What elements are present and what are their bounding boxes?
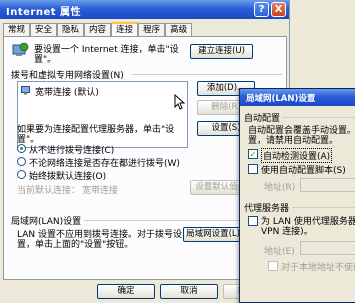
lan-group-label: 局域网(LAN)设置 (11, 217, 82, 227)
lan-window-title: 局域网(LAN)设置 (246, 94, 316, 104)
bypass-local-label: 对于本地地址不使用 (281, 263, 355, 273)
proxy-group-divider (292, 207, 355, 208)
ok-button[interactable]: 确定 (97, 284, 155, 299)
help-button[interactable]: ? (254, 2, 269, 17)
proxy-address-label: 地址(E) (264, 247, 295, 257)
use-proxy-checkbox[interactable] (248, 216, 258, 226)
list-item[interactable]: 宽带连接 (默认) (18, 82, 187, 98)
tab-privacy[interactable]: 隐私 (57, 23, 85, 36)
script-address-input[interactable] (300, 178, 355, 192)
auto-script-label: 使用自动配置脚本(S) (261, 166, 346, 176)
tab-programs[interactable]: 程序 (138, 23, 166, 36)
radio-always-default-label: 始终拨默认连接(O) (29, 172, 107, 182)
proxy-group-label: 代理服务器 (244, 204, 290, 214)
setup-button[interactable]: 建立连接(U) (190, 44, 253, 59)
tab-advanced[interactable]: 高级 (165, 23, 193, 36)
current-default-label: 当前默认连接： (17, 186, 81, 196)
radio-never-dial-label: 从不进行拨号连接(C) (29, 146, 115, 156)
current-default-value: 宽带连接 (82, 186, 119, 196)
title-bar[interactable]: Internet 属性 ? X (0, 0, 289, 19)
lan-title-bar[interactable]: 局域网(LAN)设置 (240, 89, 355, 106)
radio-dial-whenever-label: 不论网络连接是否存在都进行拨号(W) (29, 159, 180, 169)
lan-text-line2: 置，单击上面的"设置"按钮。 (17, 240, 134, 250)
window-title: Internet 属性 (6, 7, 81, 18)
mouse-cursor-icon (174, 94, 185, 110)
broadband-connection-icon (21, 86, 30, 95)
auto-detect-label: 自动检测设置(A) (261, 148, 333, 163)
dialup-group-label: 拨号和虚拟专用网络设置(N) (11, 71, 124, 81)
radio-always-default[interactable] (17, 170, 26, 179)
cancel-button[interactable]: 取消 (160, 284, 218, 299)
proxy-hint-line1: 如果要为连接配置代理服务器，单击"设 (17, 125, 175, 135)
dialup-group-divider (132, 74, 282, 75)
tab-strip: 常规 安全 隐私 内容 连接 程序 高级 (3, 22, 193, 36)
proxy-address-input[interactable] (300, 241, 355, 255)
lan-settings-button[interactable]: 局域网设置(L) (183, 227, 243, 242)
use-proxy-label-line2: VPN 连接)。 (261, 227, 313, 237)
setup-text-line2: 置"。 (34, 55, 57, 65)
globe-computer-icon (12, 42, 29, 56)
radio-never-dial[interactable] (17, 144, 26, 153)
script-address-label: 地址(R) (264, 183, 296, 193)
bypass-local-checkbox[interactable] (268, 261, 278, 271)
tab-connections[interactable]: 连接 (111, 22, 139, 36)
auto-config-text-line2: 置，请禁用自动配置。 (248, 136, 339, 146)
connection-list[interactable]: 宽带连接 (默认) (17, 81, 188, 148)
close-button[interactable]: X (271, 2, 286, 17)
lan-settings-dialog: 局域网(LAN)设置 自动配置 自动配置会覆盖手动设置。要 置，请禁用自动配置。… (239, 88, 355, 303)
tab-general[interactable]: 常规 (3, 23, 31, 36)
auto-detect-checkbox[interactable]: ✓ (248, 149, 258, 159)
tab-content[interactable]: 内容 (84, 23, 112, 36)
connection-name: 宽带连接 (默认) (35, 88, 99, 98)
auto-script-checkbox[interactable] (248, 164, 258, 174)
radio-dial-whenever[interactable] (17, 157, 26, 166)
tab-security[interactable]: 安全 (30, 23, 58, 36)
auto-config-divider (282, 117, 355, 118)
